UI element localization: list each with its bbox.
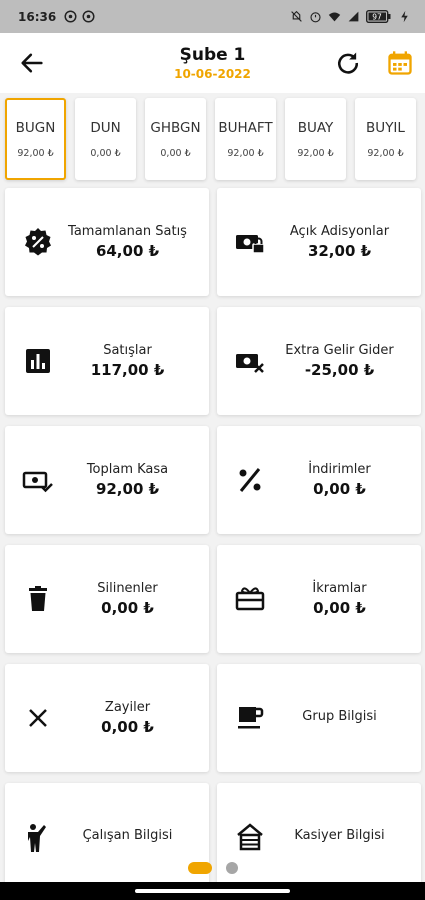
- cash-lock-icon: [236, 235, 265, 254]
- battery-charging-icon: 97: [366, 10, 391, 23]
- period-tab-buay[interactable]: BUAY 92,00 ₺: [285, 98, 346, 180]
- notification-icon: [82, 10, 95, 23]
- status-time: 16:36: [18, 9, 57, 24]
- status-left-icons: [64, 10, 95, 23]
- house-stack-icon: [237, 823, 263, 851]
- arrow-back-icon[interactable]: [18, 49, 46, 77]
- card-employee-info[interactable]: Çalışan Bilgisi: [5, 783, 209, 891]
- period-tab-buhaft[interactable]: BUHAFT 92,00 ₺: [215, 98, 276, 180]
- notification-icon: [64, 10, 77, 23]
- card-title: İndirimler: [308, 462, 371, 477]
- card-title: Açık Adisyonlar: [289, 224, 390, 239]
- app-bar: Şube 1 10-06-2022: [0, 33, 425, 93]
- charging-bolt-icon: [401, 10, 408, 23]
- period-tab-buyil[interactable]: BUYIL 92,00 ₺: [355, 98, 416, 180]
- card-title: Zayiler: [104, 700, 151, 715]
- card-title: Extra Gelir Gider: [285, 343, 394, 358]
- trash-icon: [29, 586, 47, 611]
- signal-icon: [348, 11, 359, 22]
- card-deleted[interactable]: Silinenler 0,00 ₺: [5, 545, 209, 653]
- card-value: 0,00 ₺: [313, 599, 366, 617]
- wifi-icon: [328, 12, 341, 22]
- card-discounts[interactable]: İndirimler 0,00 ₺: [217, 426, 421, 534]
- period-value: 92,00 ₺: [227, 147, 264, 159]
- status-right-icons: 97: [290, 10, 411, 23]
- page-dot-active[interactable]: [187, 862, 212, 874]
- alarm-icon: [310, 12, 321, 23]
- period-label: GHBGN: [150, 119, 201, 136]
- period-value: 0,00 ₺: [90, 147, 121, 159]
- card-title: Kasiyer Bilgisi: [294, 828, 385, 843]
- card-sales[interactable]: Satışlar 117,00 ₺: [5, 307, 209, 415]
- card-extra-income-expense[interactable]: Extra Gelir Gider -25,00 ₺: [217, 307, 421, 415]
- period-tab-bugn[interactable]: BUGN 92,00 ₺: [5, 98, 66, 180]
- period-value: 92,00 ₺: [297, 147, 334, 159]
- card-value: 32,00 ₺: [307, 242, 372, 260]
- card-complimentary[interactable]: İkramlar 0,00 ₺: [217, 545, 421, 653]
- card-title: Toplam Kasa: [86, 462, 169, 477]
- calendar-icon[interactable]: [386, 49, 414, 77]
- person-icon: [28, 824, 46, 852]
- period-label: DUN: [90, 119, 121, 136]
- refresh-icon[interactable]: [334, 49, 362, 77]
- card-value: 64,00 ₺: [95, 242, 160, 260]
- card-waste[interactable]: Zayiler 0,00 ₺: [5, 664, 209, 772]
- card-title: Tamamlanan Satış: [68, 224, 187, 239]
- battery-level: 97: [372, 13, 382, 22]
- card-completed-sales[interactable]: Tamamlanan Satış 64,00 ₺: [5, 188, 209, 296]
- cash-remove-icon: [236, 354, 264, 373]
- card-title: Satışlar: [103, 343, 152, 358]
- period-tab-ghbgn[interactable]: GHBGN 0,00 ₺: [145, 98, 206, 180]
- discount-badge-icon: [25, 228, 51, 256]
- page-dot[interactable]: [225, 862, 238, 874]
- period-selector: BUGN 92,00 ₺ DUN 0,00 ₺ GHBGN 0,00 ₺ BUHAFT…: [5, 98, 420, 182]
- period-value: 0,00 ₺: [160, 147, 191, 159]
- status-bar: 16:36 97: [0, 0, 425, 33]
- period-label: BUHAFT: [218, 119, 273, 136]
- card-value: -25,00 ₺: [304, 361, 375, 379]
- home-gesture-handle[interactable]: [135, 889, 290, 893]
- card-group-info[interactable]: Grup Bilgisi: [217, 664, 421, 772]
- card-open-checks[interactable]: Açık Adisyonlar 32,00 ₺: [217, 188, 421, 296]
- bar-chart-icon: [26, 349, 50, 373]
- period-label: BUGN: [15, 119, 56, 136]
- card-title: Grup Bilgisi: [302, 709, 377, 724]
- card-total-cash[interactable]: Toplam Kasa 92,00 ₺: [5, 426, 209, 534]
- card-value: 117,00 ₺: [90, 361, 165, 379]
- cash-check-icon: [22, 471, 53, 493]
- card-value: 92,00 ₺: [95, 480, 160, 498]
- card-value: 0,00 ₺: [101, 599, 154, 617]
- card-value: 0,00 ₺: [101, 718, 154, 736]
- gift-icon: [235, 587, 265, 611]
- card-cashier-info[interactable]: Kasiyer Bilgisi: [217, 783, 421, 891]
- period-value: 92,00 ₺: [17, 147, 54, 159]
- period-tab-dun[interactable]: DUN 0,00 ₺: [75, 98, 136, 180]
- card-title: Silinenler: [97, 581, 158, 596]
- card-value: 0,00 ₺: [313, 480, 366, 498]
- period-label: BUAY: [297, 119, 334, 136]
- coffee-icon: [238, 707, 264, 729]
- system-nav-bar: [0, 882, 425, 900]
- period-value: 92,00 ₺: [367, 147, 404, 159]
- summary-grid: Tamamlanan Satış 64,00 ₺ Açık Adisyonlar 3…: [5, 188, 421, 891]
- page-indicator: [0, 862, 425, 874]
- mute-icon: [291, 10, 302, 22]
- card-title: İkramlar: [312, 581, 367, 596]
- percent-icon: [239, 468, 261, 492]
- period-label: BUYIL: [366, 119, 405, 136]
- close-icon: [29, 709, 47, 727]
- card-title: Çalışan Bilgisi: [82, 828, 173, 843]
